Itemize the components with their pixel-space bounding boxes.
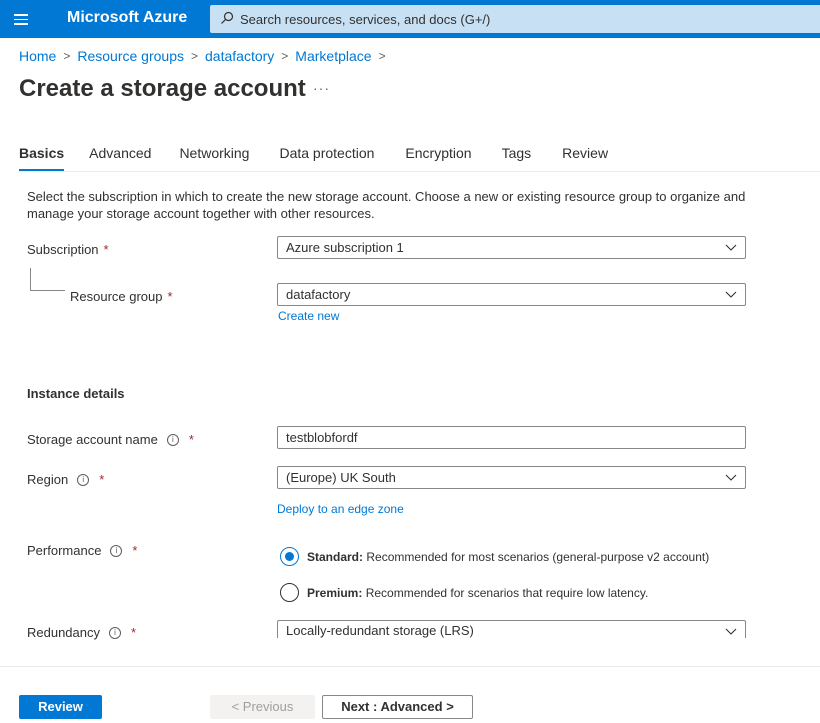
storage-account-name-label: Storage account name i * xyxy=(27,432,194,447)
premium-title: Premium: xyxy=(307,585,363,600)
tab-encryption[interactable]: Encryption xyxy=(405,145,471,171)
search-icon xyxy=(221,11,234,24)
resource-group-select[interactable]: datafactory xyxy=(277,283,746,306)
chevron-down-icon xyxy=(725,628,737,635)
tab-data-protection[interactable]: Data protection xyxy=(279,145,374,171)
page-title: Create a storage account xyxy=(19,75,306,102)
tabs-divider xyxy=(19,171,820,172)
tab-bar: Basics Advanced Networking Data protecti… xyxy=(19,145,608,171)
storage-account-name-label-text: Storage account name xyxy=(27,432,158,447)
info-icon[interactable]: i xyxy=(110,544,123,557)
region-value: (Europe) UK South xyxy=(286,470,396,485)
performance-standard-option[interactable]: Standard: Recommended for most scenarios… xyxy=(280,547,709,566)
subscription-label-text: Subscription xyxy=(27,242,99,257)
search-input[interactable] xyxy=(238,5,798,33)
resource-group-label-text: Resource group xyxy=(70,289,163,304)
intro-text: Select the subscription in which to crea… xyxy=(27,189,746,221)
tab-advanced[interactable]: Advanced xyxy=(89,145,151,171)
global-search[interactable] xyxy=(210,5,820,33)
required-mark: * xyxy=(188,432,194,447)
premium-desc: Recommended for scenarios that require l… xyxy=(365,585,649,600)
required-mark: * xyxy=(131,625,137,640)
required-mark: * xyxy=(99,472,105,487)
tab-basics[interactable]: Basics xyxy=(19,145,65,171)
required-mark: * xyxy=(103,242,109,257)
chevron-right-icon: > xyxy=(63,49,71,63)
footer-divider xyxy=(0,666,820,667)
info-icon[interactable]: i xyxy=(77,473,90,486)
redundancy-label-text: Redundancy xyxy=(27,625,100,640)
create-new-link[interactable]: Create new xyxy=(278,309,339,323)
storage-account-name-input[interactable] xyxy=(277,426,746,449)
subscription-value: Azure subscription 1 xyxy=(286,240,404,255)
redundancy-label: Redundancy i * xyxy=(27,625,136,640)
next-advanced-button[interactable]: Next : Advanced > xyxy=(322,695,473,719)
breadcrumb: Home > Resource groups > datafactory > M… xyxy=(19,48,393,64)
review-button[interactable]: Review xyxy=(19,695,102,719)
subscription-label: Subscription * xyxy=(27,242,109,257)
subscription-select[interactable]: Azure subscription 1 xyxy=(277,236,746,259)
breadcrumb-marketplace[interactable]: Marketplace xyxy=(295,48,371,64)
menu-icon[interactable] xyxy=(12,11,30,27)
resource-group-value: datafactory xyxy=(286,287,351,302)
tab-networking[interactable]: Networking xyxy=(179,145,249,171)
performance-label-text: Performance xyxy=(27,543,102,558)
performance-premium-option[interactable]: Premium: Recommended for scenarios that … xyxy=(280,583,648,602)
required-mark: * xyxy=(132,543,138,558)
breadcrumb-resource-groups[interactable]: Resource groups xyxy=(77,48,184,64)
chevron-right-icon: > xyxy=(191,49,199,63)
deploy-edge-zone-link[interactable]: Deploy to an edge zone xyxy=(277,502,404,516)
radio-standard[interactable] xyxy=(280,547,299,566)
tab-tags[interactable]: Tags xyxy=(502,145,532,171)
instance-details-heading: Instance details xyxy=(27,386,125,401)
chevron-down-icon xyxy=(725,474,737,481)
performance-label: Performance i * xyxy=(27,543,137,558)
breadcrumb-datafactory[interactable]: datafactory xyxy=(205,48,274,64)
tree-connector xyxy=(30,268,65,291)
info-icon[interactable]: i xyxy=(166,433,179,446)
redundancy-select[interactable]: Locally-redundant storage (LRS) xyxy=(277,620,746,638)
resource-group-label: Resource group * xyxy=(70,289,173,304)
region-label-text: Region xyxy=(27,472,69,487)
radio-premium[interactable] xyxy=(280,583,299,602)
chevron-down-icon xyxy=(725,244,737,251)
performance-standard-label: Standard: Recommended for most scenarios… xyxy=(307,550,709,564)
standard-desc: Recommended for most scenarios (general-… xyxy=(366,549,710,564)
info-icon[interactable]: i xyxy=(109,626,121,639)
more-options-icon[interactable]: ··· xyxy=(313,80,330,96)
standard-title: Standard: xyxy=(307,549,364,564)
chevron-down-icon xyxy=(725,291,737,298)
chevron-right-icon: > xyxy=(281,49,289,63)
performance-premium-label: Premium: Recommended for scenarios that … xyxy=(307,586,648,600)
breadcrumb-home[interactable]: Home xyxy=(19,48,56,64)
redundancy-value: Locally-redundant storage (LRS) xyxy=(286,623,474,638)
tab-review[interactable]: Review xyxy=(562,145,608,171)
required-mark: * xyxy=(167,289,173,304)
previous-button[interactable]: < Previous xyxy=(210,695,315,719)
top-bar: Microsoft Azure xyxy=(0,0,820,38)
chevron-right-icon: > xyxy=(378,49,386,63)
region-label: Region i * xyxy=(27,472,104,487)
brand-title[interactable]: Microsoft Azure xyxy=(67,9,187,27)
region-select[interactable]: (Europe) UK South xyxy=(277,466,746,489)
